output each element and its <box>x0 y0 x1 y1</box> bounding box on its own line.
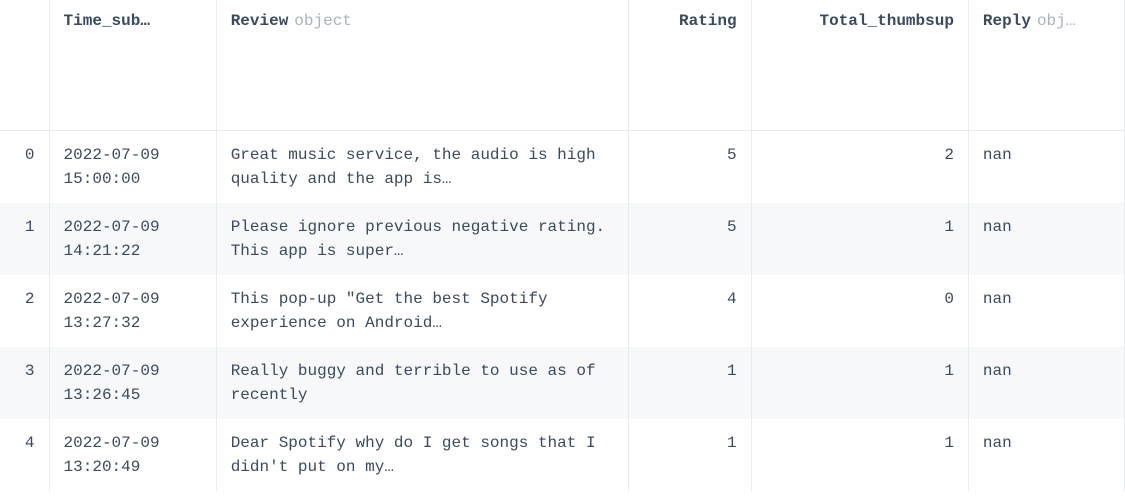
header-review[interactable]: Review object <box>216 0 628 130</box>
header-label: Review <box>231 12 289 30</box>
cell-time: 2022-07-09 13:20:49 <box>49 419 216 491</box>
cell-time: 2022-07-09 15:00:00 <box>49 130 216 203</box>
cell-index: 1 <box>0 203 49 275</box>
cell-index: 4 <box>0 419 49 491</box>
cell-time: 2022-07-09 14:21:22 <box>49 203 216 275</box>
cell-review: Please ignore previous negative rating. … <box>216 203 628 275</box>
header-reply[interactable]: Reply obj… <box>968 0 1124 130</box>
cell-index: 3 <box>0 347 49 419</box>
cell-review: Dear Spotify why do I get songs that I d… <box>216 419 628 491</box>
cell-thumbs: 1 <box>751 419 968 491</box>
cell-thumbs: 0 <box>751 275 968 347</box>
cell-thumbs: 1 <box>751 203 968 275</box>
cell-rating: 4 <box>629 275 752 347</box>
header-index[interactable] <box>0 0 49 130</box>
cell-time: 2022-07-09 13:26:45 <box>49 347 216 419</box>
cell-reply: nan <box>968 419 1124 491</box>
cell-rating: 5 <box>629 130 752 203</box>
cell-review: This pop-up "Get the best Spotify experi… <box>216 275 628 347</box>
table-row[interactable]: 3 2022-07-09 13:26:45 Really buggy and t… <box>0 347 1125 419</box>
header-dtype: obj… <box>1037 12 1075 30</box>
cell-rating: 1 <box>629 419 752 491</box>
table-row[interactable]: 0 2022-07-09 15:00:00 Great music servic… <box>0 130 1125 203</box>
cell-review: Great music service, the audio is high q… <box>216 130 628 203</box>
cell-rating: 5 <box>629 203 752 275</box>
cell-index: 0 <box>0 130 49 203</box>
header-label: Total_thumbsup <box>820 12 954 30</box>
header-label: Rating <box>679 12 737 30</box>
header-label: Time_sub… <box>64 12 150 30</box>
data-table: Time_sub… Review object Rating Total_thum… <box>0 0 1125 491</box>
header-dtype: object <box>294 12 352 30</box>
cell-reply: nan <box>968 347 1124 419</box>
header-time-submitted[interactable]: Time_sub… <box>49 0 216 130</box>
cell-time: 2022-07-09 13:27:32 <box>49 275 216 347</box>
header-label: Reply <box>983 12 1031 30</box>
cell-review: Really buggy and terrible to use as of r… <box>216 347 628 419</box>
table-row[interactable]: 1 2022-07-09 14:21:22 Please ignore prev… <box>0 203 1125 275</box>
table-body: 0 2022-07-09 15:00:00 Great music servic… <box>0 130 1125 491</box>
header-rating[interactable]: Rating <box>629 0 752 130</box>
header-row: Time_sub… Review object Rating Total_thum… <box>0 0 1125 130</box>
table-row[interactable]: 2 2022-07-09 13:27:32 This pop-up "Get t… <box>0 275 1125 347</box>
cell-thumbs: 2 <box>751 130 968 203</box>
cell-thumbs: 1 <box>751 347 968 419</box>
table-header: Time_sub… Review object Rating Total_thum… <box>0 0 1125 130</box>
cell-index: 2 <box>0 275 49 347</box>
cell-reply: nan <box>968 275 1124 347</box>
cell-rating: 1 <box>629 347 752 419</box>
table-row[interactable]: 4 2022-07-09 13:20:49 Dear Spotify why d… <box>0 419 1125 491</box>
header-total-thumbsup[interactable]: Total_thumbsup <box>751 0 968 130</box>
cell-reply: nan <box>968 203 1124 275</box>
cell-reply: nan <box>968 130 1124 203</box>
